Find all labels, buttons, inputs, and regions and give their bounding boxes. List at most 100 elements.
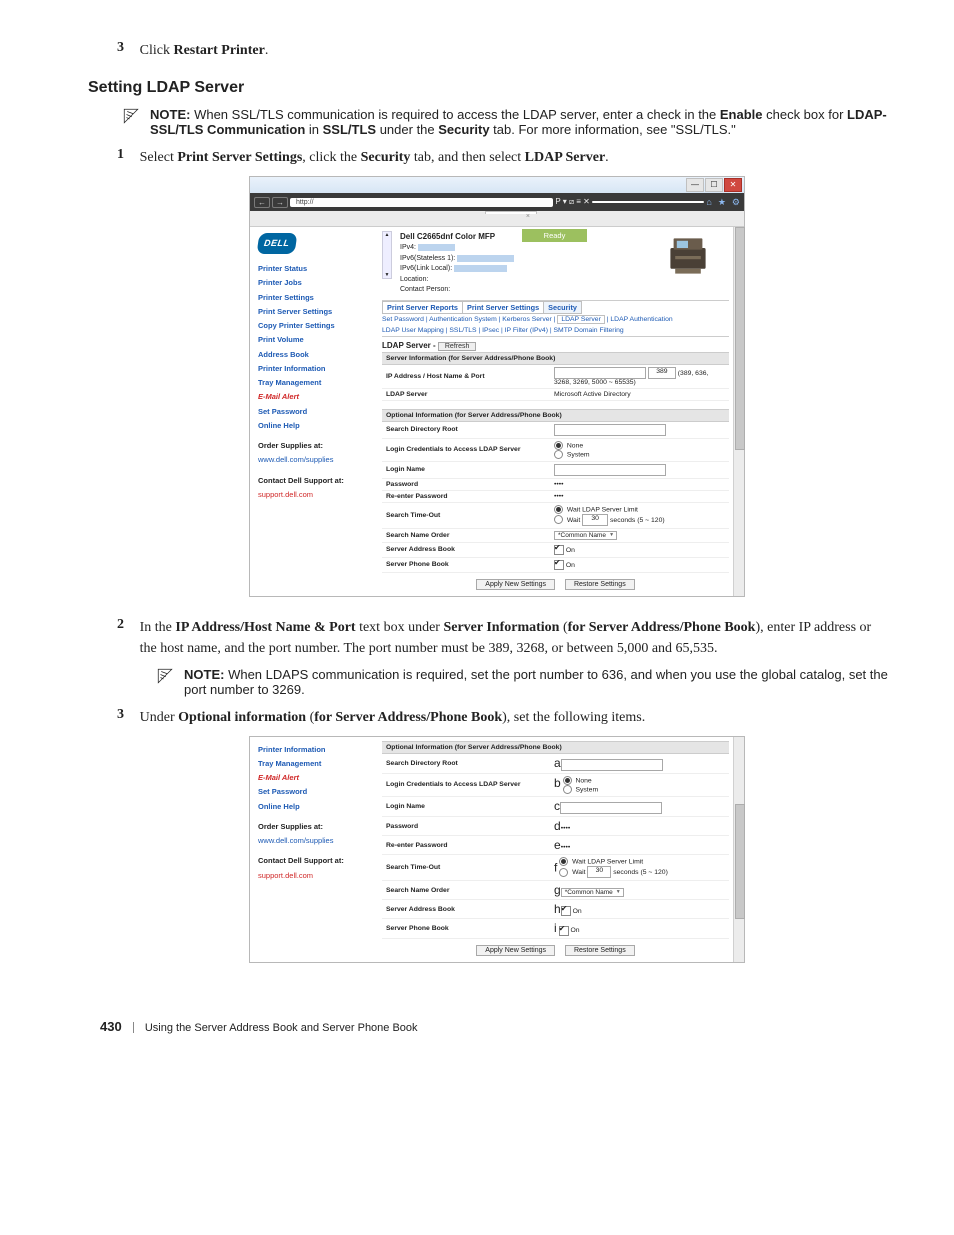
password-input[interactable]: •••• [561, 825, 571, 832]
scrollbar[interactable] [733, 227, 744, 596]
order-supplies-link[interactable]: www.dell.com/supplies [258, 834, 378, 848]
dell-logo: DELL [257, 233, 297, 254]
radio-wait[interactable] [554, 515, 563, 524]
browser-tab[interactable]: × [485, 211, 537, 214]
radio-wait-srv[interactable] [554, 505, 563, 514]
sublinks-row2: LDAP User Mapping | SSL/TLS | IPsec | IP… [382, 325, 729, 337]
page-number: 430 [100, 1019, 122, 1034]
sidebar-item-printer-information[interactable]: Printer Information [258, 743, 378, 757]
contact-dell-link[interactable]: support.dell.com [258, 869, 378, 883]
optional-info-table: Optional Information (for Server Address… [382, 741, 729, 939]
wait-input[interactable]: 30 [587, 866, 611, 878]
star-icon[interactable]: ★ [718, 197, 726, 208]
note-label: NOTE: [150, 107, 190, 122]
chk-sab[interactable] [561, 906, 571, 916]
close-icon[interactable]: × [526, 213, 530, 220]
sidebar-item-set-password[interactable]: Set Password [258, 405, 378, 419]
radio-none[interactable] [563, 776, 572, 785]
restore-button[interactable]: Restore Settings [565, 579, 635, 590]
password-input[interactable]: •••• [554, 481, 564, 488]
sdr-input[interactable] [561, 759, 663, 771]
main-panel: ▲▼ Dell C2665dnf Color MFP IPv4: 000.000… [382, 227, 733, 596]
sidebar-item-copy-printer-settings[interactable]: Copy Printer Settings [258, 319, 378, 333]
home-icon[interactable]: ⌂ [706, 197, 711, 208]
search-name-order-select[interactable]: *Common Name [554, 531, 617, 540]
close-button[interactable]: ✕ [724, 178, 742, 192]
port-input[interactable]: 389 [648, 367, 676, 379]
optional-info-table: Optional Information (for Server Address… [382, 409, 729, 573]
chk-spb[interactable] [559, 926, 569, 936]
note-icon [156, 667, 174, 688]
page-footer: 430 Using the Server Address Book and Se… [100, 1013, 894, 1034]
sidebar-item-printer-settings[interactable]: Printer Settings [258, 291, 378, 305]
refresh-button[interactable]: Refresh [438, 342, 477, 351]
scrollbar[interactable] [733, 737, 744, 962]
login-input[interactable] [554, 464, 666, 476]
sidebar-item-print-volume[interactable]: Print Volume [258, 333, 378, 347]
th-server-info: Server Information (for Server Address/P… [382, 352, 729, 364]
server-info-table: Server Information (for Server Address/P… [382, 352, 729, 401]
login-input[interactable] [560, 802, 662, 814]
apply-button[interactable]: Apply New Settings [476, 579, 555, 590]
callout-e: e [554, 838, 561, 852]
sidebar-item-printer-jobs[interactable]: Printer Jobs [258, 276, 378, 290]
note-label: NOTE: [184, 667, 224, 682]
chk-sab[interactable] [554, 545, 564, 555]
fwd-button[interactable]: → [272, 197, 288, 208]
order-supplies-label: Order Supplies at: [258, 439, 378, 453]
step-number: 2 [100, 617, 124, 633]
sidebar-item-set-password[interactable]: Set Password [258, 785, 378, 799]
sidebar-item-tray-management[interactable]: Tray Management [258, 376, 378, 390]
host-input[interactable] [554, 367, 646, 379]
chk-spb[interactable] [554, 560, 564, 570]
sidebar-item-online-help[interactable]: Online Help [258, 800, 378, 814]
radio-wait-srv[interactable] [559, 857, 568, 866]
scrollbar[interactable]: ▲▼ [382, 231, 392, 279]
inner-tabs: Print Server Reports Print Server Settin… [382, 301, 729, 314]
step-number: 1 [100, 147, 124, 163]
max-button[interactable]: ☐ [705, 178, 723, 192]
radio-system[interactable] [554, 450, 563, 459]
address-tools: P ▾ ⧄ ≡ ✕ [555, 197, 590, 207]
tab-print-server-reports[interactable]: Print Server Reports [382, 301, 463, 314]
status-ready: Ready [522, 229, 588, 242]
search-name-order-select[interactable]: *Common Name [561, 888, 624, 897]
note-block: NOTE: When SSL/TLS communication is requ… [122, 107, 894, 137]
sublink-ldap-server[interactable]: LDAP Server [557, 315, 605, 324]
row-ip-label: IP Address / Host Name & Port [382, 364, 550, 388]
step-text: Click Restart Printer. [140, 40, 890, 61]
callout-g: g [554, 883, 561, 897]
sdr-input[interactable] [554, 424, 666, 436]
restore-button[interactable]: Restore Settings [565, 945, 635, 956]
sidebar-item-email-alert[interactable]: E-Mail Alert [258, 771, 378, 785]
step-number: 3 [100, 707, 124, 723]
order-supplies-label: Order Supplies at: [258, 820, 378, 834]
radio-system[interactable] [563, 785, 572, 794]
repassword-input[interactable]: •••• [554, 493, 564, 500]
radio-none[interactable] [554, 441, 563, 450]
tab-security[interactable]: Security [543, 301, 582, 314]
sidebar-item-address-book[interactable]: Address Book [258, 348, 378, 362]
wait-input[interactable]: 30 [582, 514, 608, 526]
contact-dell-label: Contact Dell Support at: [258, 474, 378, 488]
back-button[interactable]: ← [254, 197, 270, 208]
sidebar-item-printer-information[interactable]: Printer Information [258, 362, 378, 376]
gear-icon[interactable]: ⚙ [732, 197, 740, 208]
apply-button[interactable]: Apply New Settings [476, 945, 555, 956]
sidebar-item-tray-management[interactable]: Tray Management [258, 757, 378, 771]
sidebar-item-print-server-settings[interactable]: Print Server Settings [258, 305, 378, 319]
sidebar-item-printer-status[interactable]: Printer Status [258, 262, 378, 276]
contact-dell-link[interactable]: support.dell.com [258, 488, 378, 502]
repassword-input[interactable]: •••• [561, 844, 571, 851]
order-supplies-link[interactable]: www.dell.com/supplies [258, 453, 378, 467]
address-bar[interactable]: http:// [290, 198, 553, 207]
address-tab[interactable] [592, 201, 705, 203]
sidebar: DELL Printer Status Printer Jobs Printer… [250, 227, 382, 596]
callout-f: f [554, 861, 557, 875]
tab-print-server-settings[interactable]: Print Server Settings [462, 301, 544, 314]
min-button[interactable]: — [686, 178, 704, 192]
sidebar-item-email-alert[interactable]: E-Mail Alert [258, 390, 378, 404]
browser-toolbar: ← → http:// P ▾ ⧄ ≡ ✕ ⌂ ★ ⚙ [250, 193, 744, 211]
sidebar-item-online-help[interactable]: Online Help [258, 419, 378, 433]
radio-wait[interactable] [559, 868, 568, 877]
